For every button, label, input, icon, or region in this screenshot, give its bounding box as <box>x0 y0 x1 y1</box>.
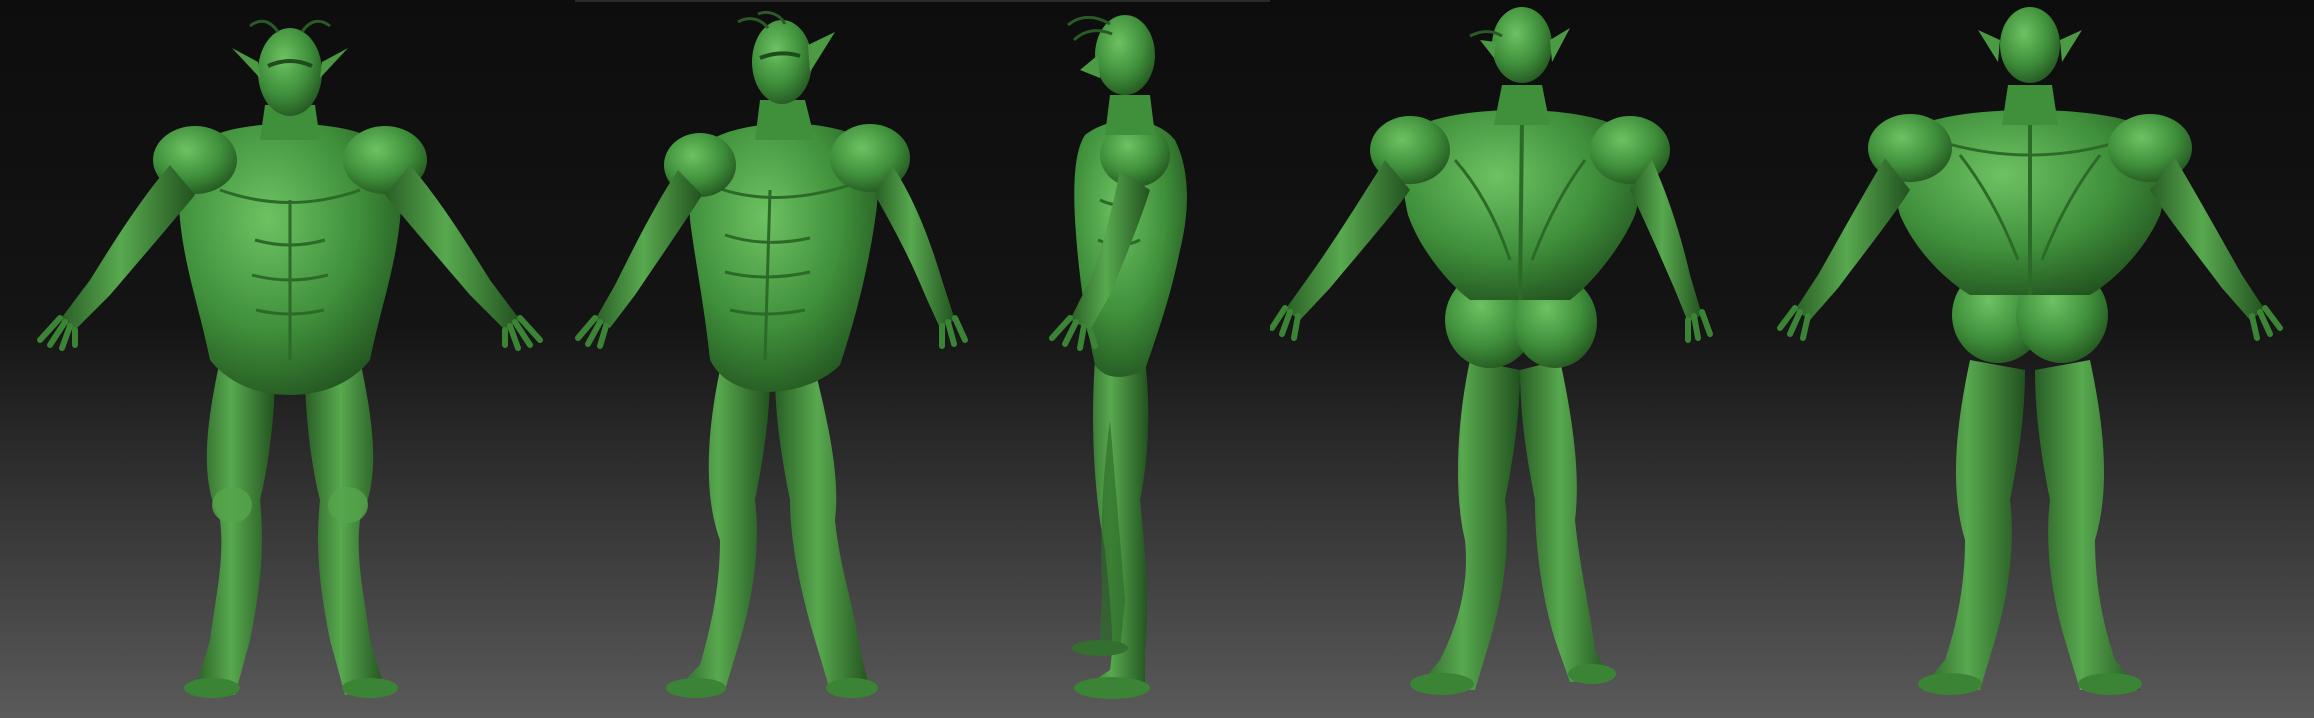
three-quarter-view-model[interactable] <box>570 0 1010 718</box>
three-quarter-back-view-model[interactable] <box>1270 0 1760 718</box>
render-viewport[interactable] <box>0 0 2314 718</box>
front-view-model[interactable] <box>20 0 560 718</box>
side-view-model[interactable] <box>1040 0 1240 718</box>
back-view-model[interactable] <box>1770 0 2290 718</box>
